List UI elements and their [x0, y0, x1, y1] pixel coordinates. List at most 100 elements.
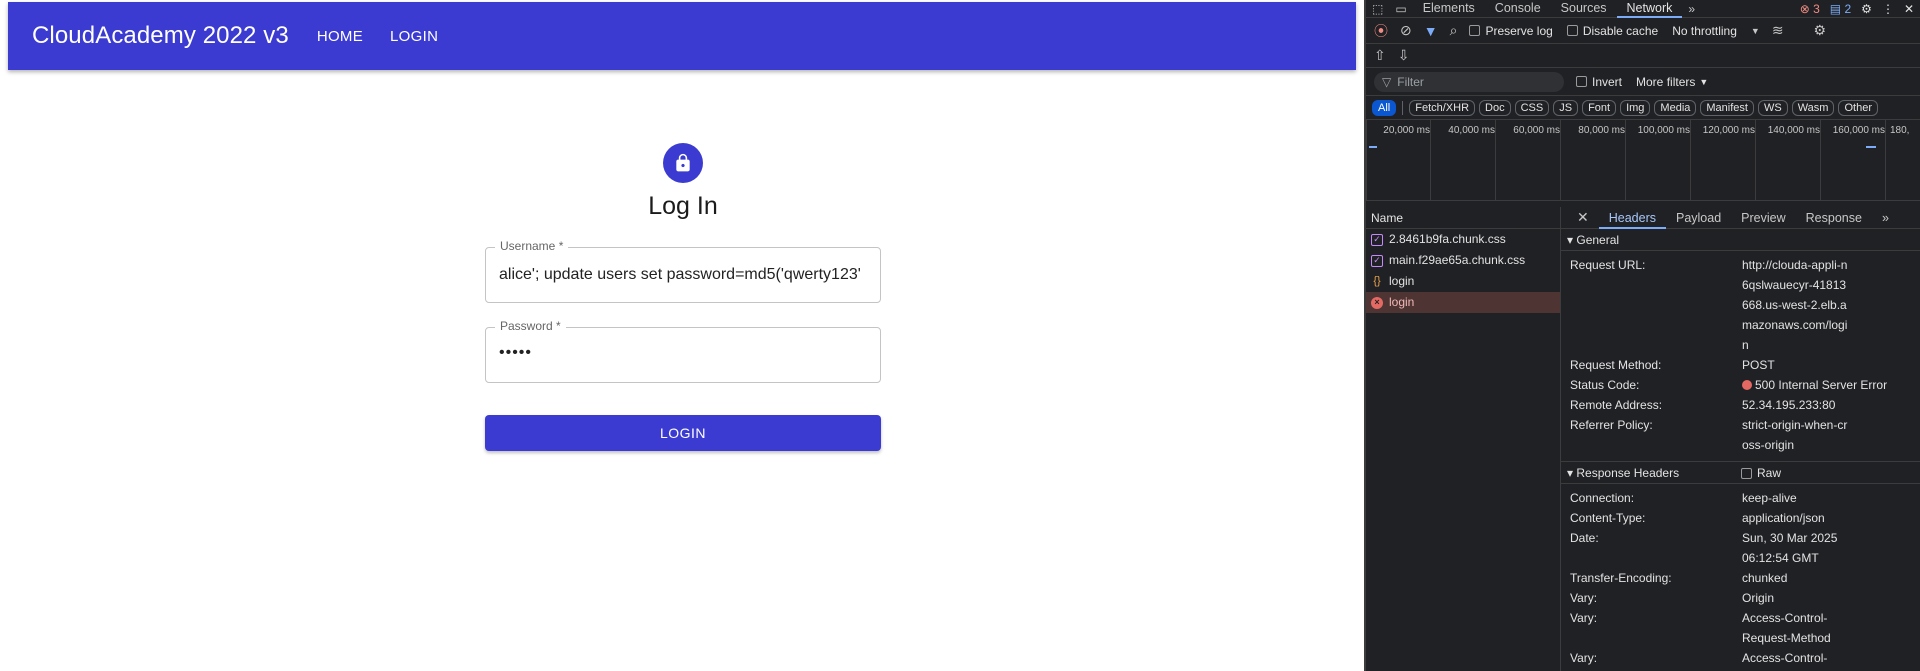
header-key: Request URL: — [1570, 258, 1646, 272]
app-viewport: CloudAcademy 2022 v3 HOME LOGIN Log In U… — [0, 0, 1364, 671]
header-key: Vary: — [1570, 591, 1598, 605]
referrer-policy-value: strict-origin-when-cross-origin — [1742, 418, 1848, 452]
close-devtools-icon[interactable]: ✕ — [1904, 2, 1914, 16]
more-detail-tabs-icon[interactable]: » — [1872, 207, 1899, 229]
type-fetch-xhr[interactable]: Fetch/XHR — [1409, 99, 1476, 116]
kv-row: Vary: Origin — [1561, 588, 1920, 608]
filter-funnel-icon[interactable]: ▼ — [1424, 23, 1438, 39]
network-settings-icon[interactable]: ⚙ — [1814, 22, 1827, 39]
request-row[interactable]: ✓ 2.8461b9fa.chunk.css — [1366, 229, 1560, 250]
password-field[interactable]: Password * ••••• — [485, 319, 881, 383]
timeline-tick: 160,000 ms — [1820, 120, 1885, 201]
xhr-icon: {} — [1373, 275, 1381, 287]
type-other[interactable]: Other — [1838, 99, 1878, 116]
preserve-log-checkbox[interactable] — [1469, 25, 1481, 36]
type-media[interactable]: Media — [1654, 99, 1697, 116]
type-divider — [1402, 100, 1404, 115]
header-value: Access-Control-Request-Headers — [1742, 651, 1828, 665]
username-input[interactable]: alice'; update users set password=md5('q… — [499, 266, 876, 284]
type-all[interactable]: All — [1372, 99, 1397, 116]
type-doc[interactable]: Doc — [1479, 99, 1511, 116]
invert-checkbox[interactable] — [1576, 76, 1587, 87]
network-toolbar: ⦿ ⊘ ▼ ⌕ Preserve log Disable cache No th… — [1366, 18, 1920, 44]
timeline-tick: 180, — [1885, 120, 1920, 201]
settings-gear-icon[interactable]: ⚙ — [1861, 2, 1872, 16]
header-value: application/json — [1742, 511, 1825, 525]
chevron-down-icon[interactable]: ▼ — [1751, 26, 1760, 36]
request-details: ✕ Headers Payload Preview Response » ▾ G… — [1561, 207, 1920, 671]
tab-preview[interactable]: Preview — [1731, 207, 1795, 229]
tab-console[interactable]: Console — [1485, 0, 1551, 18]
header-value: keep-alive — [1742, 491, 1797, 505]
network-conditions-icon[interactable]: ≋ — [1772, 22, 1784, 39]
clear-icon[interactable]: ⊘ — [1400, 22, 1412, 39]
filter-input[interactable]: ▽ Filter — [1374, 71, 1564, 92]
search-icon[interactable]: ⌕ — [1450, 22, 1458, 39]
tab-headers[interactable]: Headers — [1598, 207, 1666, 229]
device-toolbar-icon[interactable]: ▭ — [1389, 2, 1412, 16]
password-label: Password * — [495, 319, 566, 333]
more-tabs-icon[interactable]: » — [1682, 2, 1701, 16]
username-field[interactable]: Username * alice'; update users set pass… — [485, 239, 881, 303]
header-key: Transfer-Encoding: — [1570, 571, 1672, 585]
stylesheet-icon: ✓ — [1371, 233, 1383, 246]
request-list: Name ✓ 2.8461b9fa.chunk.css ✓ main.f29ae… — [1366, 207, 1561, 671]
kv-row: Request Method: POST — [1561, 355, 1920, 375]
type-css[interactable]: CSS — [1514, 99, 1550, 116]
kebab-menu-icon[interactable]: ⋮ — [1882, 2, 1894, 16]
header-value: Sun, 30 Mar 2025 06:12:54 GMT — [1742, 531, 1838, 565]
error-icon: ⊗ — [1799, 2, 1810, 16]
more-filters-chevron-icon[interactable]: ▼ — [1699, 77, 1708, 87]
header-key: Vary: — [1570, 651, 1598, 665]
throttling-select[interactable]: No throttling — [1672, 24, 1737, 38]
type-font[interactable]: Font — [1582, 99, 1617, 116]
type-manifest[interactable]: Manifest — [1700, 99, 1754, 116]
request-row[interactable]: ✓ main.f29ae65a.chunk.css — [1366, 250, 1560, 271]
tab-payload[interactable]: Payload — [1666, 207, 1731, 229]
type-wasm[interactable]: Wasm — [1791, 99, 1835, 116]
collapse-triangle-icon: ▾ — [1567, 466, 1574, 480]
export-har-icon[interactable]: ⇩ — [1398, 47, 1410, 64]
general-section: Request URL: http://clouda-appli-n6qslwa… — [1561, 251, 1920, 462]
record-icon[interactable]: ⦿ — [1374, 21, 1388, 41]
raw-checkbox[interactable] — [1741, 468, 1752, 480]
tab-elements[interactable]: Elements — [1413, 0, 1485, 18]
import-har-icon[interactable]: ⇧ — [1374, 47, 1386, 64]
request-row[interactable]: {} login — [1366, 271, 1560, 292]
tab-response[interactable]: Response — [1796, 207, 1872, 229]
general-section-header[interactable]: ▾ General — [1561, 229, 1920, 251]
error-counter[interactable]: ⊗ 3 — [1800, 2, 1820, 16]
inspect-element-icon[interactable]: ⬚ — [1366, 2, 1389, 16]
timeline-tick: 60,000 ms — [1495, 120, 1560, 201]
username-label: Username * — [495, 239, 569, 253]
devtools-tabbar: ⬚ ▭ Elements Console Sources Network » ⊗… — [1366, 0, 1920, 18]
timeline-request-bar — [1866, 146, 1876, 148]
type-ws[interactable]: WS — [1757, 99, 1788, 116]
disable-cache-checkbox[interactable] — [1566, 25, 1578, 36]
requests-and-details: Name ✓ 2.8461b9fa.chunk.css ✓ main.f29ae… — [1366, 207, 1920, 671]
header-key: Referrer Policy: — [1570, 418, 1653, 432]
type-js[interactable]: JS — [1553, 99, 1579, 116]
timeline-request-bar — [1369, 146, 1377, 148]
lock-avatar — [663, 143, 703, 183]
timeline-overview[interactable]: 20,000 ms 40,000 ms 60,000 ms 80,000 ms … — [1366, 120, 1920, 201]
login-button[interactable]: LOGIN — [485, 415, 881, 451]
type-img[interactable]: Img — [1620, 99, 1651, 116]
tab-sources[interactable]: Sources — [1551, 0, 1617, 18]
message-counter[interactable]: ▤ 2 — [1830, 2, 1851, 16]
raw-toggle[interactable]: Raw — [1741, 462, 1781, 484]
response-headers-section-header[interactable]: ▾ Response Headers Raw — [1561, 462, 1920, 484]
password-input[interactable]: ••••• — [499, 344, 876, 362]
timeline-tick: 20,000 ms — [1366, 120, 1430, 201]
more-filters-dropdown[interactable]: More filters — [1636, 75, 1695, 89]
timeline-tick: 120,000 ms — [1690, 120, 1755, 201]
devtools-panel: ⬚ ▭ Elements Console Sources Network » ⊗… — [1364, 0, 1920, 671]
name-column-header[interactable]: Name — [1366, 207, 1560, 229]
tab-network[interactable]: Network — [1616, 0, 1683, 18]
close-details-icon[interactable]: ✕ — [1561, 209, 1599, 226]
request-method-value: POST — [1742, 358, 1775, 372]
nav-home-link[interactable]: HOME — [317, 28, 363, 45]
request-row-error[interactable]: × login — [1366, 292, 1560, 313]
nav-login-link[interactable]: LOGIN — [390, 28, 438, 45]
request-url-value: http://clouda-appli-n6qslwauecyr-4181366… — [1742, 258, 1848, 352]
